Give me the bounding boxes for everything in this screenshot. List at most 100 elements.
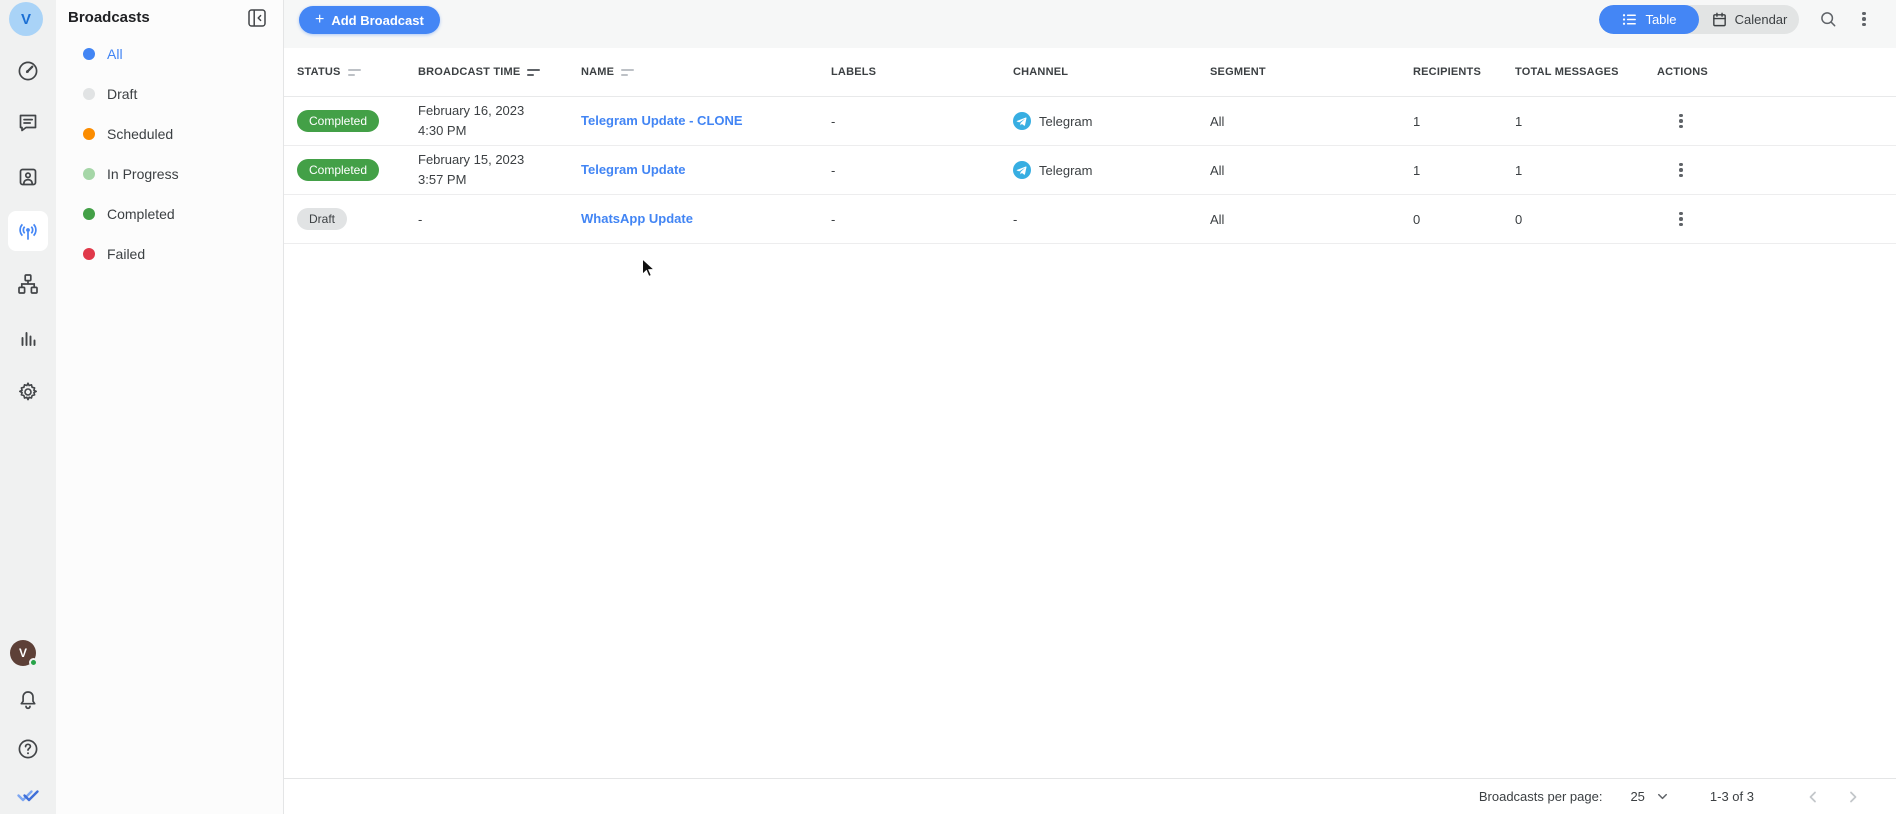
labels-cell: - [831, 113, 836, 129]
sidebar-item-label: Failed [107, 246, 146, 262]
total-messages-cell: 1 [1515, 162, 1523, 178]
column-header-name: NAME [581, 66, 615, 78]
sidebar-item-draft[interactable]: Draft [56, 74, 283, 114]
broadcasts-table: STATUS BROADCAST TIME NAME LABELS CHANNE… [284, 48, 1896, 778]
app-logo-doublecheck-icon [16, 783, 40, 807]
broadcast-date: - [418, 211, 423, 227]
status-dot-scheduled [83, 128, 95, 140]
next-page-icon[interactable] [1840, 784, 1866, 810]
column-header-recipients: RECIPIENTS [1413, 66, 1482, 78]
column-header-actions: ACTIONS [1657, 66, 1708, 78]
status-badge: Completed [297, 110, 380, 132]
contacts-icon[interactable] [16, 165, 40, 189]
status-badge: Completed [297, 159, 380, 181]
broadcast-time: 3:57 PM [418, 172, 467, 187]
view-toggle: Table Calendar [1599, 5, 1799, 34]
recipients-cell: 1 [1413, 162, 1421, 178]
icon-rail: V V [0, 0, 56, 814]
broadcasts-sidebar: Broadcasts All Draft Scheduled In Progre… [56, 0, 284, 814]
reports-chart-icon[interactable] [16, 327, 40, 351]
sidebar-item-label: Draft [107, 86, 138, 102]
broadcast-name-link[interactable]: Telegram Update [581, 162, 686, 177]
telegram-icon [1013, 161, 1031, 179]
status-dot-draft [83, 88, 95, 100]
table-row: Completed February 16, 2023 4:30 PM Tele… [284, 97, 1896, 146]
broadcast-name-link[interactable]: WhatsApp Update [581, 211, 693, 226]
sidebar-title: Broadcasts [68, 9, 150, 26]
table-row: Draft - WhatsApp Update - - All 0 0 [284, 195, 1896, 244]
tab-calendar-view[interactable]: Calendar [1699, 5, 1799, 34]
sort-icon-status[interactable] [347, 68, 361, 76]
collapse-sidebar-icon[interactable] [246, 7, 268, 29]
column-header-total-messages: TOTAL MESSAGES [1515, 66, 1619, 78]
segment-cell: All [1210, 211, 1225, 227]
user-avatar[interactable]: V [10, 640, 38, 667]
column-header-segment: SEGMENT [1210, 66, 1266, 78]
user-avatar-initial: V [18, 646, 27, 660]
total-messages-cell: 1 [1515, 113, 1523, 129]
sort-icon-name[interactable] [621, 68, 635, 76]
sidebar-item-label: In Progress [107, 166, 179, 182]
broadcasts-main: + Add Broadcast Table Calendar STATUS BR… [284, 0, 1896, 814]
sidebar-item-in-progress[interactable]: In Progress [56, 154, 283, 194]
broadcast-time: 4:30 PM [418, 123, 467, 138]
status-badge: Draft [297, 208, 348, 230]
sidebar-item-failed[interactable]: Failed [56, 234, 283, 274]
column-header-labels: LABELS [831, 66, 877, 78]
status-dot-in-progress [83, 168, 95, 180]
sidebar-item-label: Completed [107, 206, 175, 222]
chevron-down-icon [1657, 793, 1667, 800]
sidebar-item-label: All [107, 46, 123, 62]
page-range: 1-3 of 3 [1709, 789, 1754, 804]
recipients-cell: 1 [1413, 113, 1421, 129]
channel-name: Telegram [1039, 162, 1093, 178]
dashboard-icon[interactable] [16, 59, 40, 83]
pagination-bar: Broadcasts per page: 25 1-3 of 3 [284, 778, 1896, 814]
per-page-select[interactable]: 25 [1630, 789, 1669, 804]
channel-cell: - [1013, 211, 1018, 227]
previous-page-icon[interactable] [1800, 784, 1826, 810]
status-filter-list: All Draft Scheduled In Progress Complete… [56, 34, 283, 274]
sidebar-item-completed[interactable]: Completed [56, 194, 283, 234]
flows-sitemap-icon[interactable] [16, 272, 40, 296]
broadcast-date: February 16, 2023 [418, 103, 525, 118]
sidebar-item-scheduled[interactable]: Scheduled [56, 114, 283, 154]
labels-cell: - [831, 211, 836, 227]
row-actions-kebab-icon[interactable] [1669, 207, 1693, 231]
row-actions-kebab-icon[interactable] [1669, 158, 1693, 182]
table-view-label: Table [1645, 12, 1677, 27]
total-messages-cell: 0 [1515, 211, 1523, 227]
segment-cell: All [1210, 113, 1225, 129]
status-dot-completed [83, 208, 95, 220]
status-dot-all [83, 48, 95, 60]
channel-name: Telegram [1039, 113, 1093, 129]
sort-icon-broadcast-time[interactable] [527, 68, 541, 76]
recipients-cell: 0 [1413, 211, 1421, 227]
tab-table-view[interactable]: Table [1599, 5, 1699, 34]
broadcasts-icon[interactable] [16, 219, 40, 243]
settings-gear-icon[interactable] [16, 380, 40, 404]
calendar-view-label: Calendar [1734, 12, 1788, 27]
workspace-avatar[interactable]: V [9, 2, 43, 36]
more-options-kebab-icon[interactable] [1850, 5, 1878, 33]
list-icon [1621, 11, 1638, 28]
status-dot-failed [83, 248, 95, 260]
table-header-row: STATUS BROADCAST TIME NAME LABELS CHANNE… [284, 48, 1896, 97]
notifications-bell-icon[interactable] [16, 688, 40, 712]
calendar-icon [1711, 11, 1728, 28]
per-page-label: Broadcasts per page: [1478, 789, 1603, 804]
telegram-icon [1013, 112, 1031, 130]
search-icon[interactable] [1814, 5, 1842, 33]
segment-cell: All [1210, 162, 1225, 178]
broadcast-date: February 15, 2023 [418, 152, 525, 167]
sidebar-item-all[interactable]: All [56, 34, 283, 74]
sidebar-item-label: Scheduled [107, 126, 174, 142]
column-header-status: STATUS [297, 66, 341, 78]
help-icon[interactable] [16, 737, 40, 761]
row-actions-kebab-icon[interactable] [1669, 109, 1693, 133]
broadcast-name-link[interactable]: Telegram Update - CLONE [581, 113, 743, 128]
per-page-value: 25 [1630, 789, 1645, 804]
inbox-chat-icon[interactable] [16, 110, 40, 134]
add-broadcast-button[interactable]: + Add Broadcast [299, 6, 440, 34]
online-status-dot [29, 658, 38, 667]
